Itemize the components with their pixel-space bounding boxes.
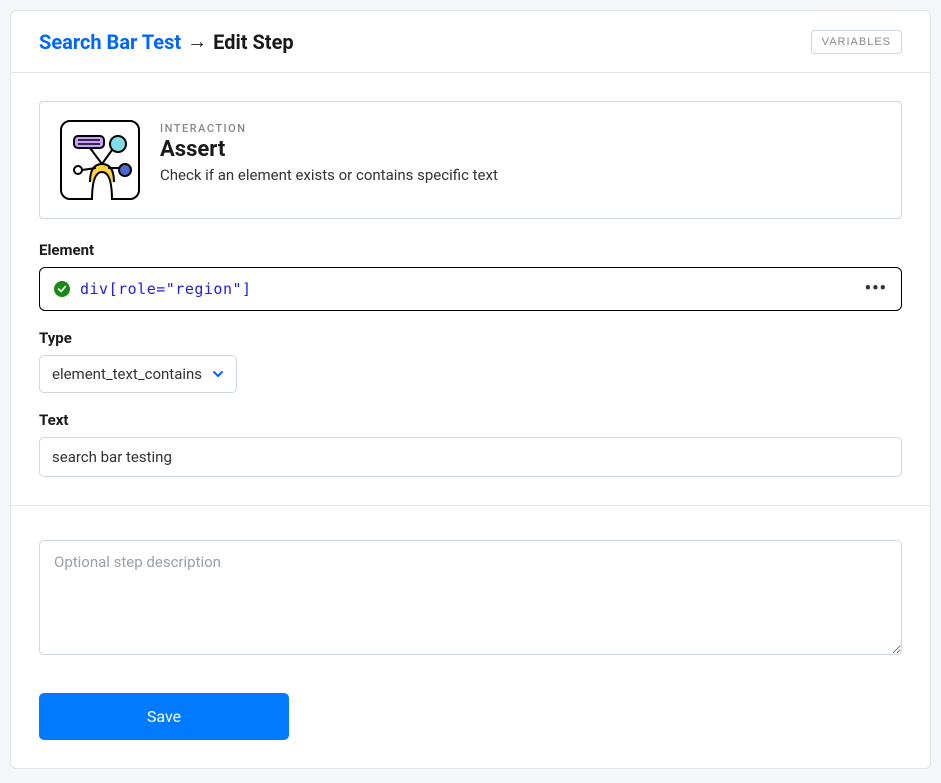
- interaction-panel: INTERACTION Assert Check if an element e…: [39, 101, 902, 219]
- element-label: Element: [39, 241, 902, 259]
- save-button[interactable]: Save: [39, 693, 289, 740]
- breadcrumb-parent-link[interactable]: Search Bar Test: [39, 30, 181, 54]
- breadcrumb-current: Edit Step: [213, 30, 294, 54]
- type-label: Type: [39, 329, 902, 347]
- check-circle-icon: [54, 281, 70, 297]
- card-header: Search Bar Test → Edit Step VARIABLES: [11, 11, 930, 73]
- description-textarea[interactable]: [39, 540, 902, 655]
- breadcrumb: Search Bar Test → Edit Step: [39, 29, 294, 54]
- footer-section: Save: [11, 506, 930, 768]
- interaction-title: Assert: [160, 137, 881, 162]
- more-horizontal-icon[interactable]: •••: [865, 280, 887, 298]
- element-selector-input[interactable]: div[role="region"] •••: [39, 267, 902, 311]
- interaction-description: Check if an element exists or contains s…: [160, 166, 881, 184]
- type-select-value: element_text_contains: [52, 365, 202, 383]
- type-select[interactable]: element_text_contains: [39, 355, 237, 393]
- element-value-wrap: div[role="region"]: [54, 280, 252, 298]
- breadcrumb-arrow-icon: →: [187, 29, 207, 54]
- assert-icon: [60, 120, 140, 200]
- chevron-down-icon: [212, 368, 224, 380]
- text-label: Text: [39, 411, 902, 429]
- element-selector-value: div[role="region"]: [80, 280, 252, 298]
- interaction-label: INTERACTION: [160, 122, 881, 135]
- edit-step-card: Search Bar Test → Edit Step VARIABLES: [10, 10, 931, 769]
- text-input[interactable]: [39, 437, 902, 477]
- interaction-meta: INTERACTION Assert Check if an element e…: [160, 120, 881, 184]
- card-body: INTERACTION Assert Check if an element e…: [11, 73, 930, 506]
- variables-button[interactable]: VARIABLES: [811, 30, 902, 54]
